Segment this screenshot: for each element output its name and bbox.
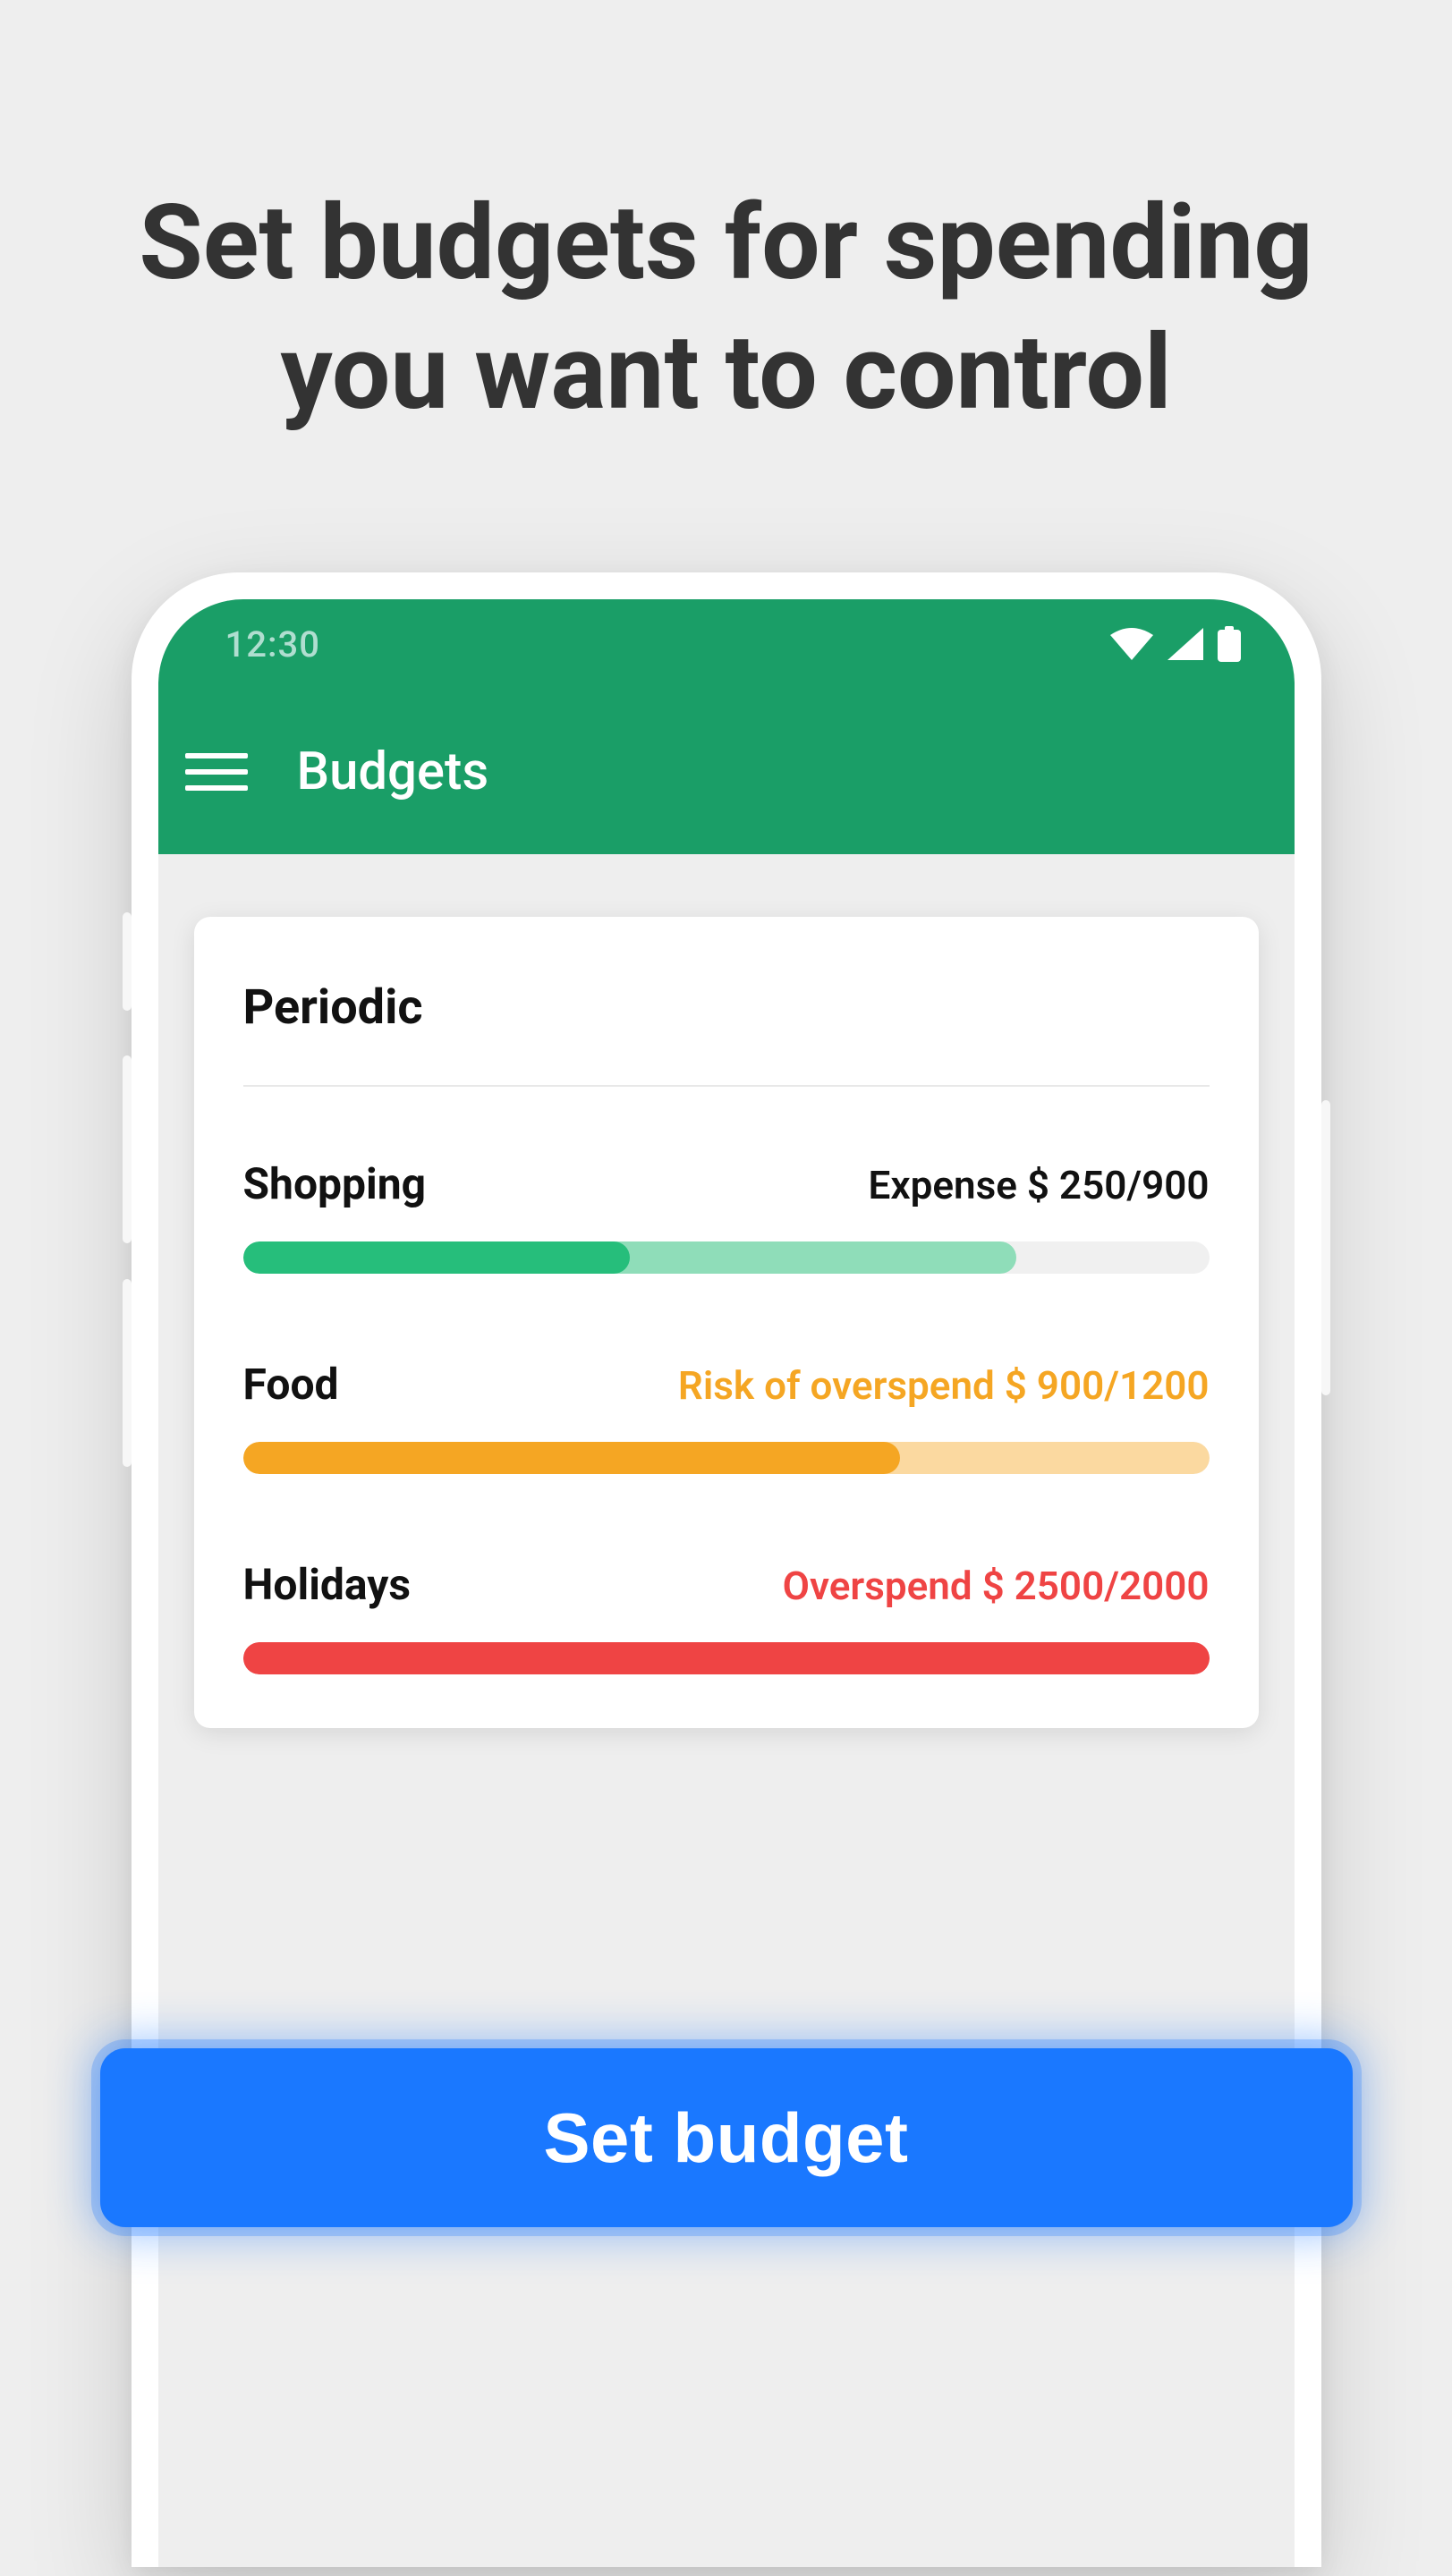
phone-side-button xyxy=(123,1279,132,1467)
battery-icon xyxy=(1218,626,1241,662)
progress-bar xyxy=(243,1442,1210,1474)
promo-title: Set budgets for spending you want to con… xyxy=(0,0,1452,438)
budget-status: Risk of overspend $ 900/1200 xyxy=(678,1362,1210,1409)
progress-fill xyxy=(243,1642,1210,1674)
budget-name: Shopping xyxy=(243,1158,427,1209)
budget-row: Food Risk of overspend $ 900/1200 xyxy=(243,1359,1210,1410)
budget-name: Holidays xyxy=(243,1559,412,1610)
budget-list: Shopping Expense $ 250/900 Food Risk of ove… xyxy=(243,1158,1210,1674)
progress-fill xyxy=(243,1241,630,1274)
progress-fill xyxy=(243,1442,900,1474)
phone-side-button xyxy=(1321,1100,1330,1395)
budget-item[interactable]: Holidays Overspend $ 2500/2000 xyxy=(243,1559,1210,1674)
set-budget-button[interactable]: Set budget xyxy=(100,2048,1353,2227)
menu-icon[interactable] xyxy=(185,741,248,803)
budget-status: Expense $ 250/900 xyxy=(869,1162,1210,1208)
cellular-icon xyxy=(1168,628,1203,660)
status-icons xyxy=(1110,626,1241,662)
phone-screen: 12:30 Budgets Periodic Shopping Expense $… xyxy=(158,599,1295,2567)
budget-item[interactable]: Shopping Expense $ 250/900 xyxy=(243,1158,1210,1274)
budget-row: Shopping Expense $ 250/900 xyxy=(243,1158,1210,1209)
budget-name: Food xyxy=(243,1359,339,1410)
status-bar: 12:30 xyxy=(158,599,1295,689)
card-section-title: Periodic xyxy=(243,979,1210,1036)
budget-card: Periodic Shopping Expense $ 250/900 Food Ri… xyxy=(194,917,1259,1728)
phone-side-button xyxy=(123,1055,132,1243)
phone-mockup: 12:30 Budgets Periodic Shopping Expense $… xyxy=(132,572,1321,2567)
budget-row: Holidays Overspend $ 2500/2000 xyxy=(243,1559,1210,1610)
budget-item[interactable]: Food Risk of overspend $ 900/1200 xyxy=(243,1359,1210,1474)
divider xyxy=(243,1085,1210,1087)
wifi-icon xyxy=(1110,628,1153,660)
phone-side-button xyxy=(123,912,132,1011)
app-bar: Budgets xyxy=(158,689,1295,854)
app-bar-title: Budgets xyxy=(297,741,489,802)
progress-bar xyxy=(243,1241,1210,1274)
progress-bar xyxy=(243,1642,1210,1674)
budget-status: Overspend $ 2500/2000 xyxy=(783,1563,1210,1609)
status-time: 12:30 xyxy=(225,623,320,665)
phone-frame: 12:30 Budgets Periodic Shopping Expense $… xyxy=(132,572,1321,2567)
